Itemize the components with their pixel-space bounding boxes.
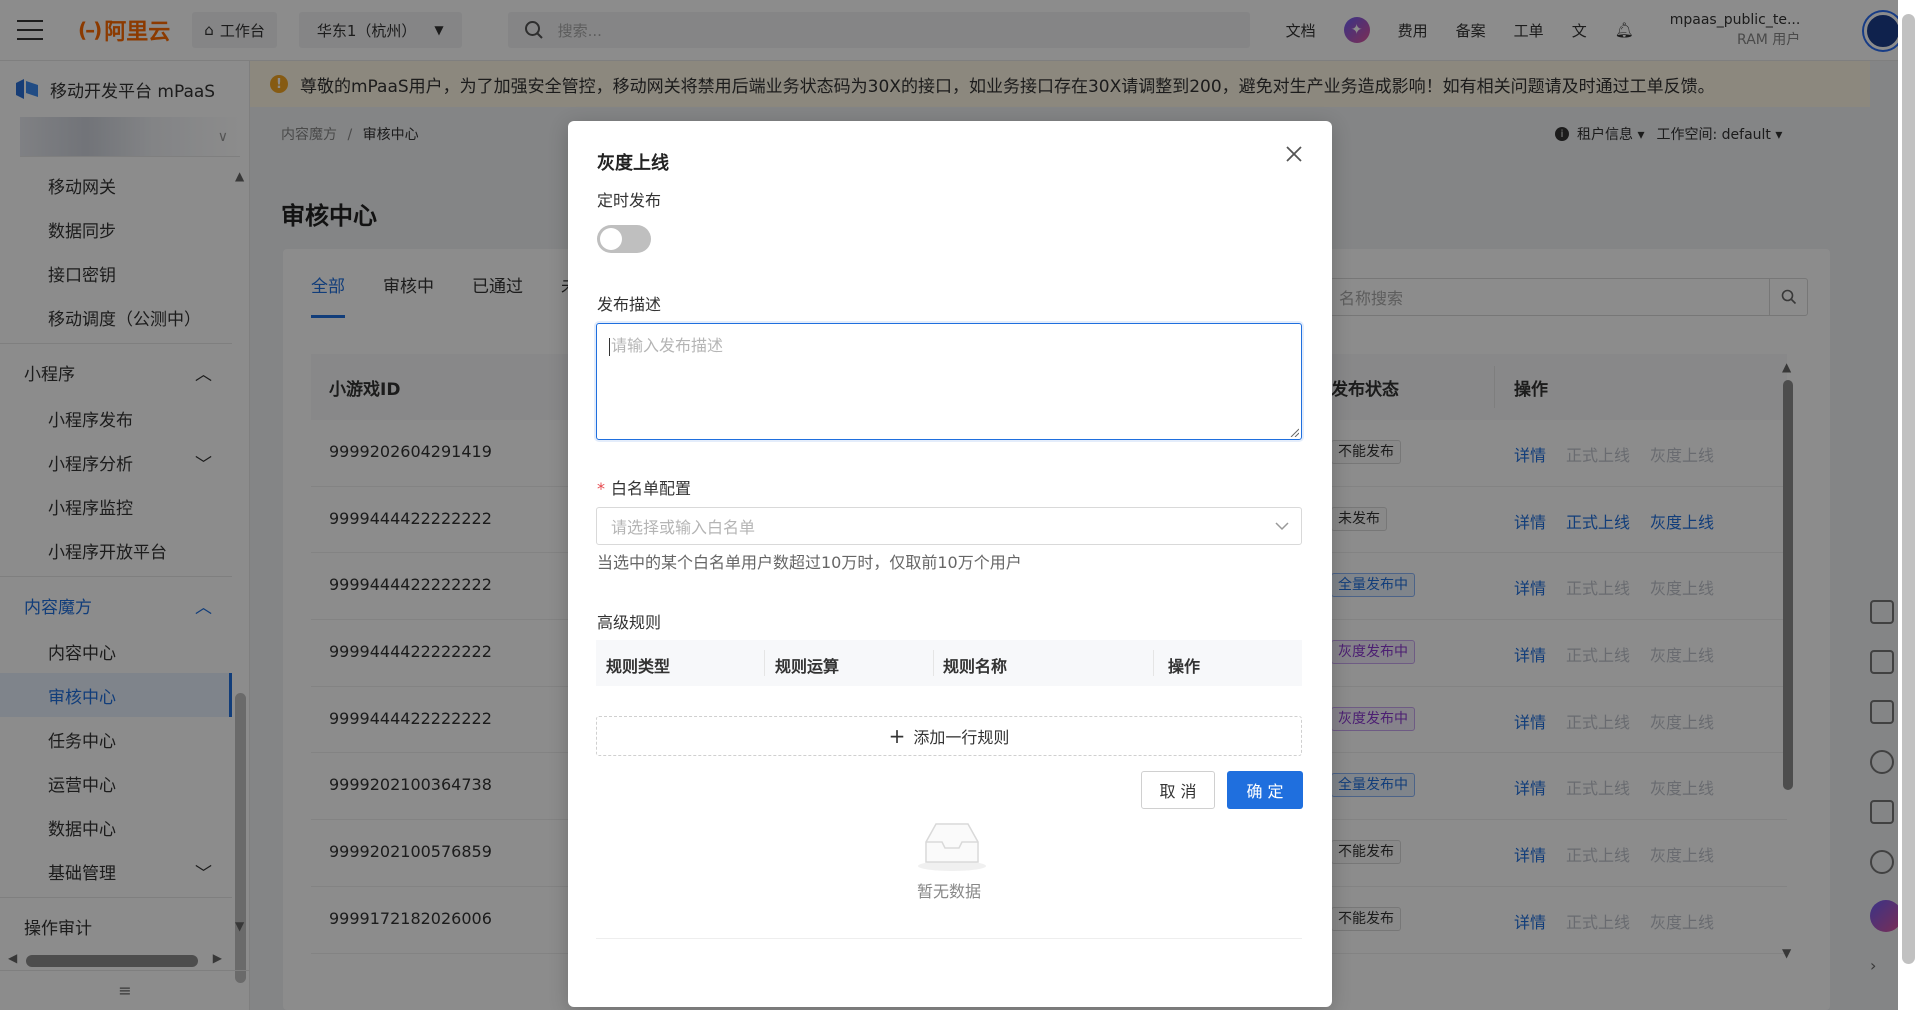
empty-inbox-icon bbox=[918, 823, 986, 871]
cancel-button[interactable]: 取 消 bbox=[1141, 771, 1215, 809]
rule-header-action: 操作 bbox=[1168, 657, 1201, 676]
desc-label: 发布描述 bbox=[597, 295, 662, 314]
rule-header-op: 规则运算 bbox=[775, 657, 840, 676]
advanced-rules-label: 高级规则 bbox=[597, 613, 662, 632]
whitelist-hint: 当选中的某个白名单用户数超过10万时，仅取前10万个用户 bbox=[597, 553, 1022, 572]
plus-icon: + bbox=[888, 724, 906, 748]
close-icon[interactable] bbox=[1283, 143, 1305, 165]
page-scrollbar[interactable] bbox=[1898, 0, 1920, 1010]
rule-header-type: 规则类型 bbox=[606, 657, 671, 676]
gray-release-dialog: 灰度上线 定时发布 发布描述 请输入发布描述 * 白名单配置 请选择或输入白名单 … bbox=[568, 121, 1332, 1007]
schedule-label: 定时发布 bbox=[597, 191, 662, 210]
chevron-down-icon bbox=[1275, 522, 1289, 531]
confirm-button[interactable]: 确 定 bbox=[1227, 771, 1303, 809]
schedule-toggle[interactable] bbox=[597, 225, 651, 253]
dialog-title: 灰度上线 bbox=[597, 153, 669, 174]
whitelist-select[interactable]: 请选择或输入白名单 bbox=[596, 507, 1302, 545]
rules-table-header: 规则类型 规则运算 规则名称 操作 bbox=[596, 640, 1302, 686]
resize-grip-icon[interactable] bbox=[1289, 427, 1299, 437]
whitelist-label: * 白名单配置 bbox=[597, 479, 692, 498]
desc-textarea[interactable]: 请输入发布描述 bbox=[596, 323, 1302, 440]
add-rule-button[interactable]: + 添加一行规则 bbox=[596, 716, 1302, 756]
rule-header-name: 规则名称 bbox=[943, 657, 1008, 676]
